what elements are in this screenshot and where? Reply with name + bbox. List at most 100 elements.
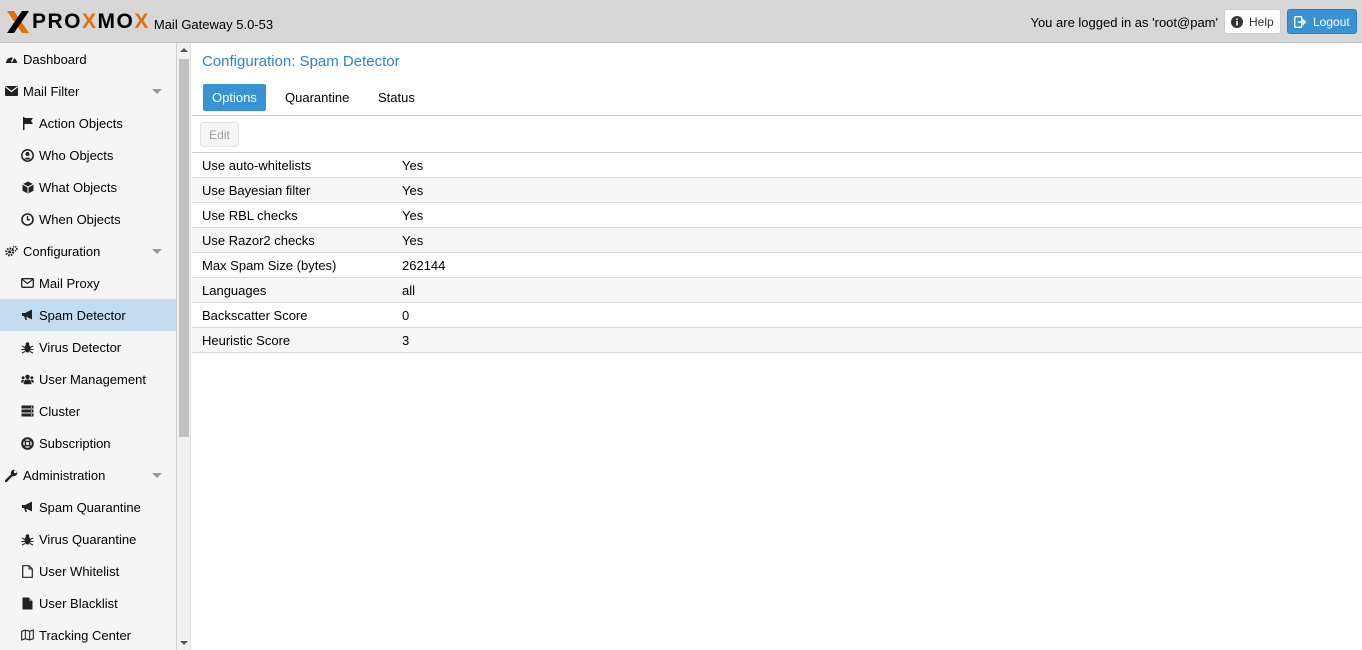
sidebar-item-label: Who Objects [39,147,114,163]
row-value: 262144 [402,258,446,273]
row-value: 3 [402,333,410,348]
map-icon [21,629,34,642]
sidebar-item-mail-proxy[interactable]: Mail Proxy [0,267,176,299]
sidebar-item-what-objects[interactable]: What Objects [0,171,176,203]
life-ring-icon [21,436,34,450]
sidebar-item-spam-quarantine[interactable]: Spam Quarantine [0,491,176,523]
server-icon [21,405,34,418]
sidebar-item-label: When Objects [39,211,121,227]
table-row[interactable]: Backscatter Score 0 [192,303,1362,328]
sidebar-item-when-objects[interactable]: When Objects [0,203,176,235]
logout-button[interactable]: Logout [1287,9,1357,34]
main-panel: Configuration: Spam Detector Options Qua… [192,43,1362,650]
table-row[interactable]: Heuristic Score 3 [192,328,1362,353]
sidebar-item-tracking-center[interactable]: Tracking Center [0,619,176,650]
sidebar-item-label: User Management [39,371,146,387]
wrench-icon [5,469,18,482]
sidebar-item-user-management[interactable]: User Management [0,363,176,395]
tab-options[interactable]: Options [203,84,266,111]
sidebar-item-label: Virus Quarantine [39,531,137,547]
sidebar-item-action-objects[interactable]: Action Objects [0,107,176,139]
bullhorn-icon [21,309,34,322]
top-header: PROXMOX Mail Gateway 5.0-53 You are logg… [0,0,1362,43]
logout-label: Logout [1313,14,1350,29]
gears-icon [5,245,18,258]
edit-button[interactable]: Edit [200,122,239,147]
sidebar-item-user-whitelist[interactable]: User Whitelist [0,555,176,587]
sidebar-item-label: Spam Detector [39,307,126,323]
table-row[interactable]: Max Spam Size (bytes) 262144 [192,253,1362,278]
sidebar-nav: Dashboard Mail Filter Action Objects Who… [0,43,177,650]
sidebar-item-label: Mail Proxy [39,275,100,291]
bug-icon [21,341,34,354]
table-row[interactable]: Use auto-whitelists Yes [192,153,1362,178]
flag-icon [21,116,34,130]
sidebar-item-label: Mail Filter [23,83,80,99]
envelope-icon [5,85,18,98]
expand-caret-icon[interactable] [152,89,162,94]
tab-status[interactable]: Status [369,84,424,111]
help-label: Help [1249,14,1274,29]
table-row[interactable]: Use Razor2 checks Yes [192,228,1362,253]
row-name: Languages [202,283,267,298]
row-value: 0 [402,308,410,323]
row-value: Yes [402,208,424,223]
table-row[interactable]: Languages all [192,278,1362,303]
dashboard-icon [5,53,18,66]
sidebar-item-subscription[interactable]: Subscription [0,427,176,459]
table-row[interactable]: Use RBL checks Yes [192,203,1362,228]
row-name: Heuristic Score [202,333,291,348]
sidebar-item-cluster[interactable]: Cluster [0,395,176,427]
sidebar-item-label: Administration [23,467,106,483]
row-value: Yes [402,158,424,173]
row-value: Yes [402,233,424,248]
product-version: Mail Gateway 5.0-53 [153,16,274,32]
expand-caret-icon[interactable] [152,249,162,254]
row-name: Use RBL checks [202,208,298,223]
sidebar-item-label: What Objects [39,179,118,195]
sign-out-icon [1294,15,1307,28]
sidebar-item-label: Subscription [39,435,111,451]
sidebar-item-who-objects[interactable]: Who Objects [0,139,176,171]
envelope-outline-icon [21,277,34,290]
sidebar-item-label: Dashboard [23,51,87,67]
row-name: Backscatter Score [202,308,308,323]
sidebar-item-label: Spam Quarantine [39,499,141,515]
row-name: Max Spam Size (bytes) [202,258,337,273]
login-status: You are logged in as 'root@pam' [1030,15,1218,30]
bug-icon [21,533,34,546]
brand-name: PROXMOX [32,10,150,33]
sidebar-item-label: Tracking Center [39,627,131,643]
sidebar-item-administration[interactable]: Administration [0,459,176,491]
row-value: Yes [402,183,424,198]
tab-quarantine[interactable]: Quarantine [276,84,358,111]
file-icon [21,597,34,610]
row-name: Use auto-whitelists [202,158,312,173]
table-row[interactable]: Use Bayesian filter Yes [192,178,1362,203]
help-button[interactable]: Help [1224,9,1281,34]
sidebar-item-virus-detector[interactable]: Virus Detector [0,331,176,363]
sidebar-item-spam-detector[interactable]: Spam Detector [0,299,176,331]
scrollbar-thumb[interactable] [179,59,189,437]
sidebar-item-label: Action Objects [39,115,123,131]
proxmox-x-icon [7,11,29,33]
proxmox-logo: PROXMOX Mail Gateway 5.0-53 [5,9,273,35]
user-circle-icon [21,148,34,162]
scroll-up-arrow-icon[interactable] [180,48,188,52]
sidebar-item-label: Configuration [23,243,101,259]
sidebar-item-label: Cluster [39,403,81,419]
row-name: Use Razor2 checks [202,233,315,248]
scroll-down-arrow-icon[interactable] [180,641,188,645]
sidebar-item-label: User Whitelist [39,563,120,579]
sidebar-item-mail-filter[interactable]: Mail Filter [0,75,176,107]
sidebar-item-virus-quarantine[interactable]: Virus Quarantine [0,523,176,555]
row-name: Use Bayesian filter [202,183,311,198]
info-icon [1231,15,1243,28]
expand-caret-icon[interactable] [152,473,162,478]
clock-icon [21,212,34,226]
page-title: Configuration: Spam Detector [202,53,400,70]
sidebar-item-configuration[interactable]: Configuration [0,235,176,267]
bullhorn-icon [21,501,34,514]
sidebar-item-dashboard[interactable]: Dashboard [0,43,176,75]
sidebar-item-user-blacklist[interactable]: User Blacklist [0,587,176,619]
